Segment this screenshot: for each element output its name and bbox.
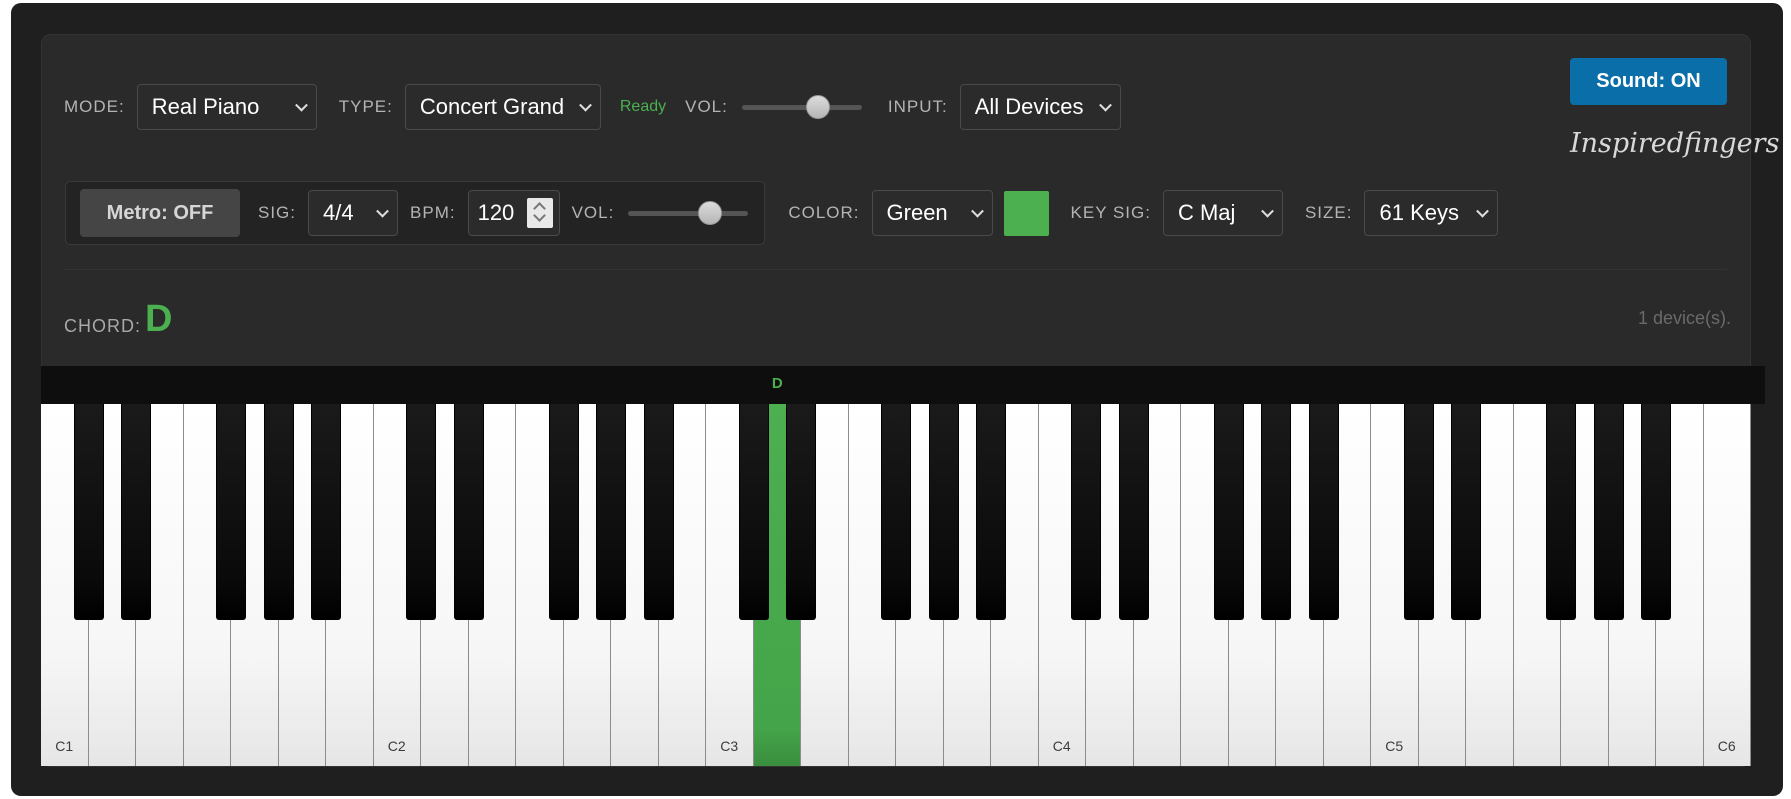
black-key-d#1[interactable] — [121, 404, 151, 620]
size-label: SIZE: — [1304, 203, 1353, 222]
volume-slider-track — [741, 105, 862, 110]
device-count: 1 device(s). — [1637, 308, 1731, 328]
metronome-volume-slider[interactable] — [628, 200, 749, 226]
octave-label: C3 — [720, 738, 739, 754]
black-key-f#4[interactable] — [1213, 404, 1244, 620]
key-signature-value: C Maj — [1177, 200, 1236, 225]
input-select-value: All Devices — [974, 94, 1084, 119]
metronome-toggle-button[interactable]: Metro: OFF — [80, 189, 240, 237]
octave-label: C1 — [55, 738, 74, 754]
time-signature-value: 4/4 — [323, 200, 354, 225]
metronome-volume-thumb[interactable] — [698, 201, 723, 225]
black-key-c#1[interactable] — [73, 404, 104, 620]
bpm-label: BPM: — [410, 203, 456, 222]
black-key-a#1[interactable] — [311, 404, 341, 620]
black-key-d#5[interactable] — [1451, 404, 1481, 620]
type-select-value: Concert Grand — [419, 94, 565, 119]
volume-slider-thumb[interactable] — [806, 95, 831, 119]
black-key-g#1[interactable] — [263, 404, 294, 620]
time-signature-label: SIG: — [258, 203, 297, 222]
black-key-a#4[interactable] — [1308, 404, 1339, 620]
chevron-down-icon — [294, 98, 308, 112]
section-divider — [64, 269, 1727, 270]
black-key-c#3[interactable] — [738, 404, 769, 620]
black-key-g#5[interactable] — [1593, 404, 1624, 620]
key-signature-select[interactable]: C Maj — [1162, 190, 1283, 236]
size-select[interactable]: 61 Keys — [1364, 190, 1499, 236]
bpm-stepper[interactable] — [526, 198, 553, 228]
mode-select[interactable]: Real Piano — [136, 84, 317, 130]
chord-label: CHORD: — [64, 316, 141, 336]
black-key-c#5[interactable] — [1403, 404, 1434, 620]
black-key-f#1[interactable] — [216, 404, 246, 620]
black-key-a#5[interactable] — [1641, 404, 1671, 620]
black-key-g#3[interactable] — [928, 404, 959, 620]
type-label: TYPE: — [338, 97, 393, 116]
black-key-f#5[interactable] — [1546, 404, 1576, 620]
piano-keyboard[interactable]: C1 C2 C3 C4 C5 C6 — [41, 404, 1751, 766]
octave-label: C6 — [1717, 738, 1736, 754]
black-key-f#2[interactable] — [548, 404, 579, 620]
sound-toggle-button[interactable]: Sound: ON — [1570, 58, 1727, 105]
octave-label: C4 — [1052, 738, 1071, 754]
white-key-c6[interactable]: C6 — [1703, 404, 1751, 766]
black-key-d#3[interactable] — [786, 404, 816, 620]
note-strip: D — [41, 366, 1765, 404]
time-signature-select[interactable]: 4/4 — [308, 190, 399, 236]
metronome-volume-label: VOL: — [571, 203, 615, 222]
black-key-c#4[interactable] — [1071, 404, 1101, 620]
black-key-f#3[interactable] — [881, 404, 911, 620]
chevron-down-icon — [578, 98, 592, 112]
octave-label: C2 — [387, 738, 406, 754]
black-key-c#2[interactable] — [406, 404, 436, 620]
bpm-input[interactable]: 120 — [467, 190, 560, 236]
volume-label: VOL: — [685, 97, 728, 116]
chevron-down-icon — [970, 204, 984, 218]
input-label: INPUT: — [887, 97, 948, 116]
volume-slider[interactable] — [741, 94, 862, 120]
mode-select-value: Real Piano — [151, 94, 260, 119]
chevron-down-icon[interactable] — [532, 209, 546, 222]
status-text: Ready — [619, 98, 667, 115]
brand-logo: Inspiredfingers — [1570, 128, 1780, 159]
chevron-down-icon — [1261, 204, 1274, 218]
black-key-a#3[interactable] — [976, 404, 1006, 620]
black-key-g#4[interactable] — [1261, 404, 1291, 620]
black-key-d#2[interactable] — [453, 404, 484, 620]
octave-label: C5 — [1385, 738, 1404, 754]
metronome-volume-track — [628, 211, 749, 216]
chevron-down-icon — [376, 204, 389, 218]
input-select[interactable]: All Devices — [959, 84, 1121, 130]
toolbar-row-2: SIG: 4/4 BPM: 120 VOL: COLOR: Green KEY … — [258, 190, 1499, 236]
color-select[interactable]: Green — [871, 190, 993, 236]
chevron-down-icon — [1476, 204, 1490, 218]
chevron-down-icon — [1098, 98, 1112, 112]
chord-value: D — [145, 298, 173, 340]
type-select[interactable]: Concert Grand — [404, 84, 601, 130]
color-swatch[interactable] — [1003, 190, 1049, 236]
black-key-g#2[interactable] — [596, 404, 626, 620]
toolbar-row-1: MODE: Real Piano TYPE: Concert Grand Rea… — [64, 84, 1121, 130]
active-note-label: D — [771, 375, 783, 392]
bpm-value: 120 — [477, 200, 515, 225]
mode-label: MODE: — [64, 97, 125, 116]
color-label: COLOR: — [788, 203, 860, 222]
color-select-value: Green — [886, 200, 948, 225]
size-select-value: 61 Keys — [1379, 200, 1459, 225]
black-key-d#4[interactable] — [1118, 404, 1149, 620]
key-signature-label: KEY SIG: — [1070, 203, 1151, 222]
black-key-a#2[interactable] — [643, 404, 674, 620]
